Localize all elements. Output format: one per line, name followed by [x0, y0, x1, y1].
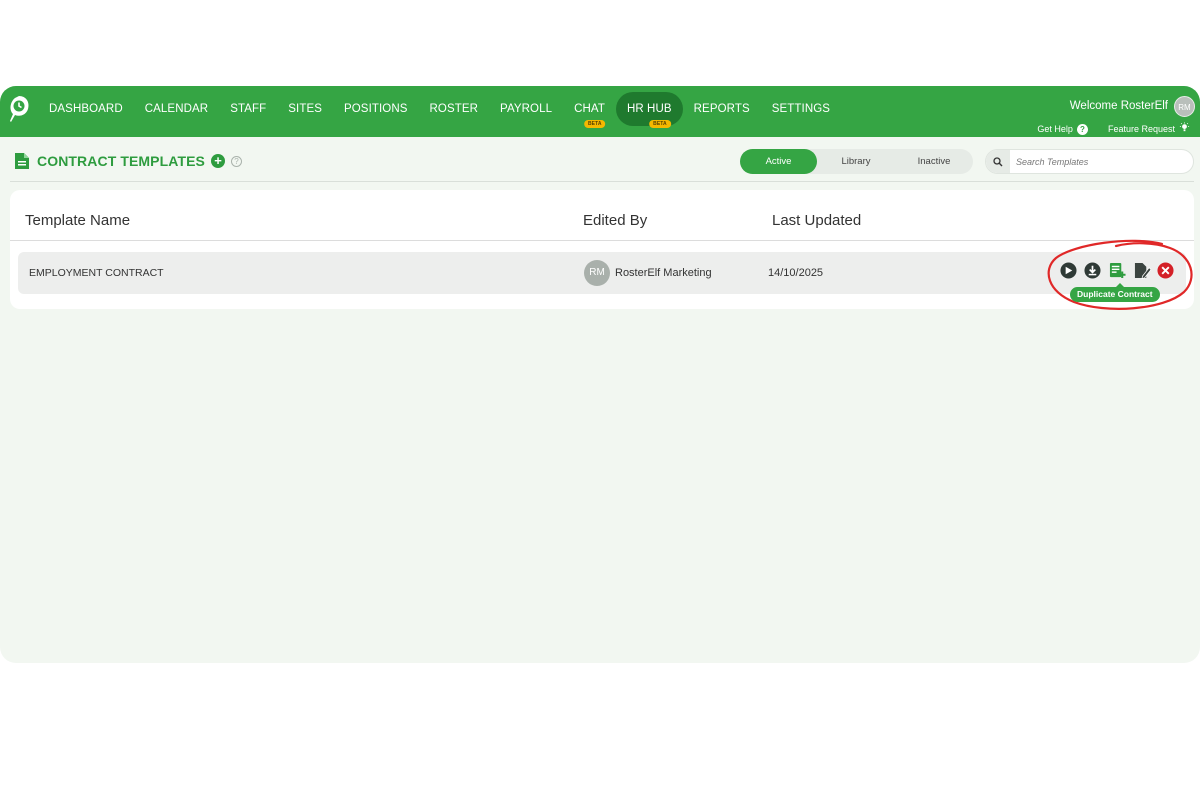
nav-dashboard[interactable]: DASHBOARD — [38, 92, 134, 126]
edit-icon[interactable] — [1134, 262, 1151, 279]
header-divider — [10, 181, 1194, 182]
duplicate-icon[interactable] — [1109, 262, 1126, 279]
send-icon[interactable] — [1060, 262, 1077, 279]
table-row[interactable]: EMPLOYMENT CONTRACT RM RosterElf Marketi… — [18, 252, 1186, 294]
delete-icon[interactable] — [1157, 262, 1174, 279]
nav-label: SITES — [288, 103, 322, 115]
add-template-icon[interactable]: + — [210, 154, 225, 168]
tab-inactive[interactable]: Inactive — [895, 149, 973, 174]
document-icon — [15, 153, 29, 169]
nav-settings[interactable]: SETTINGS — [761, 92, 841, 126]
nav-label: POSITIONS — [343, 103, 408, 115]
nav-label: CALENDAR — [144, 103, 209, 115]
search-box — [985, 149, 1194, 174]
feature-request-link[interactable]: Feature Request — [1108, 124, 1175, 134]
nav-positions[interactable]: POSITIONS — [333, 92, 419, 126]
template-name-cell[interactable]: EMPLOYMENT CONTRACT — [29, 267, 164, 279]
nav-hr-hub[interactable]: HR HUB BETA — [615, 92, 683, 128]
header-divider-line — [10, 240, 1194, 241]
nav-reports[interactable]: REPORTS — [683, 92, 761, 126]
search-input[interactable] — [1010, 156, 1180, 167]
duplicate-contract-tooltip: Duplicate Contract — [1070, 283, 1160, 302]
nav-label: HR HUB — [626, 103, 672, 115]
main-nav: DASHBOARD CALENDAR STAFF SITES POSITIONS… — [38, 92, 841, 128]
nav-label: PAYROLL — [500, 103, 553, 115]
nav-label: DASHBOARD — [49, 103, 123, 115]
tab-library[interactable]: Library — [817, 149, 895, 174]
get-help-link[interactable]: Get Help — [1037, 124, 1073, 134]
lightbulb-icon[interactable] — [1179, 122, 1190, 136]
nav-label: SETTINGS — [771, 103, 831, 115]
welcome-text: Welcome RosterElf — [1069, 100, 1168, 112]
search-icon[interactable] — [986, 150, 1010, 173]
column-header-template-name[interactable]: Template Name — [25, 212, 130, 229]
row-actions — [1050, 262, 1180, 284]
beta-badge: BETA — [583, 120, 606, 128]
help-info-icon[interactable]: ? — [230, 155, 242, 167]
nav-calendar[interactable]: CALENDAR — [134, 92, 219, 126]
status-tabs: Active Library Inactive — [740, 149, 973, 174]
nav-label: CHAT — [574, 103, 605, 115]
last-updated-cell: 14/10/2025 — [768, 267, 824, 279]
help-bar: Get Help ? Feature Request — [1037, 122, 1190, 136]
nav-chat[interactable]: CHAT BETA — [563, 92, 616, 128]
nav-label: REPORTS — [693, 103, 750, 115]
nav-label: STAFF — [230, 103, 267, 115]
user-avatar[interactable]: RM — [1174, 96, 1195, 117]
column-header-last-updated[interactable]: Last Updated — [772, 212, 861, 229]
page-title: CONTRACT TEMPLATES — [37, 153, 205, 169]
nav-staff[interactable]: STAFF — [219, 92, 277, 126]
top-navigation-bar: DASHBOARD CALENDAR STAFF SITES POSITIONS… — [0, 86, 1200, 137]
app-window: DASHBOARD CALENDAR STAFF SITES POSITIONS… — [0, 86, 1200, 663]
templates-table: Template Name Edited By Last Updated EMP… — [10, 190, 1194, 309]
nav-label: ROSTER — [429, 103, 479, 115]
download-icon[interactable] — [1084, 262, 1101, 279]
nav-payroll[interactable]: PAYROLL — [489, 92, 563, 126]
rosterelf-logo-icon[interactable] — [6, 92, 32, 124]
edited-by-cell: RosterElf Marketing — [615, 267, 712, 279]
nav-roster[interactable]: ROSTER — [419, 92, 490, 126]
editor-avatar: RM — [584, 260, 610, 286]
column-header-edited-by[interactable]: Edited By — [583, 212, 647, 229]
tab-active[interactable]: Active — [740, 149, 817, 174]
nav-sites[interactable]: SITES — [277, 92, 333, 126]
page-header: CONTRACT TEMPLATES + ? — [14, 150, 242, 172]
help-question-icon[interactable]: ? — [1076, 123, 1088, 135]
beta-badge: BETA — [649, 120, 671, 128]
